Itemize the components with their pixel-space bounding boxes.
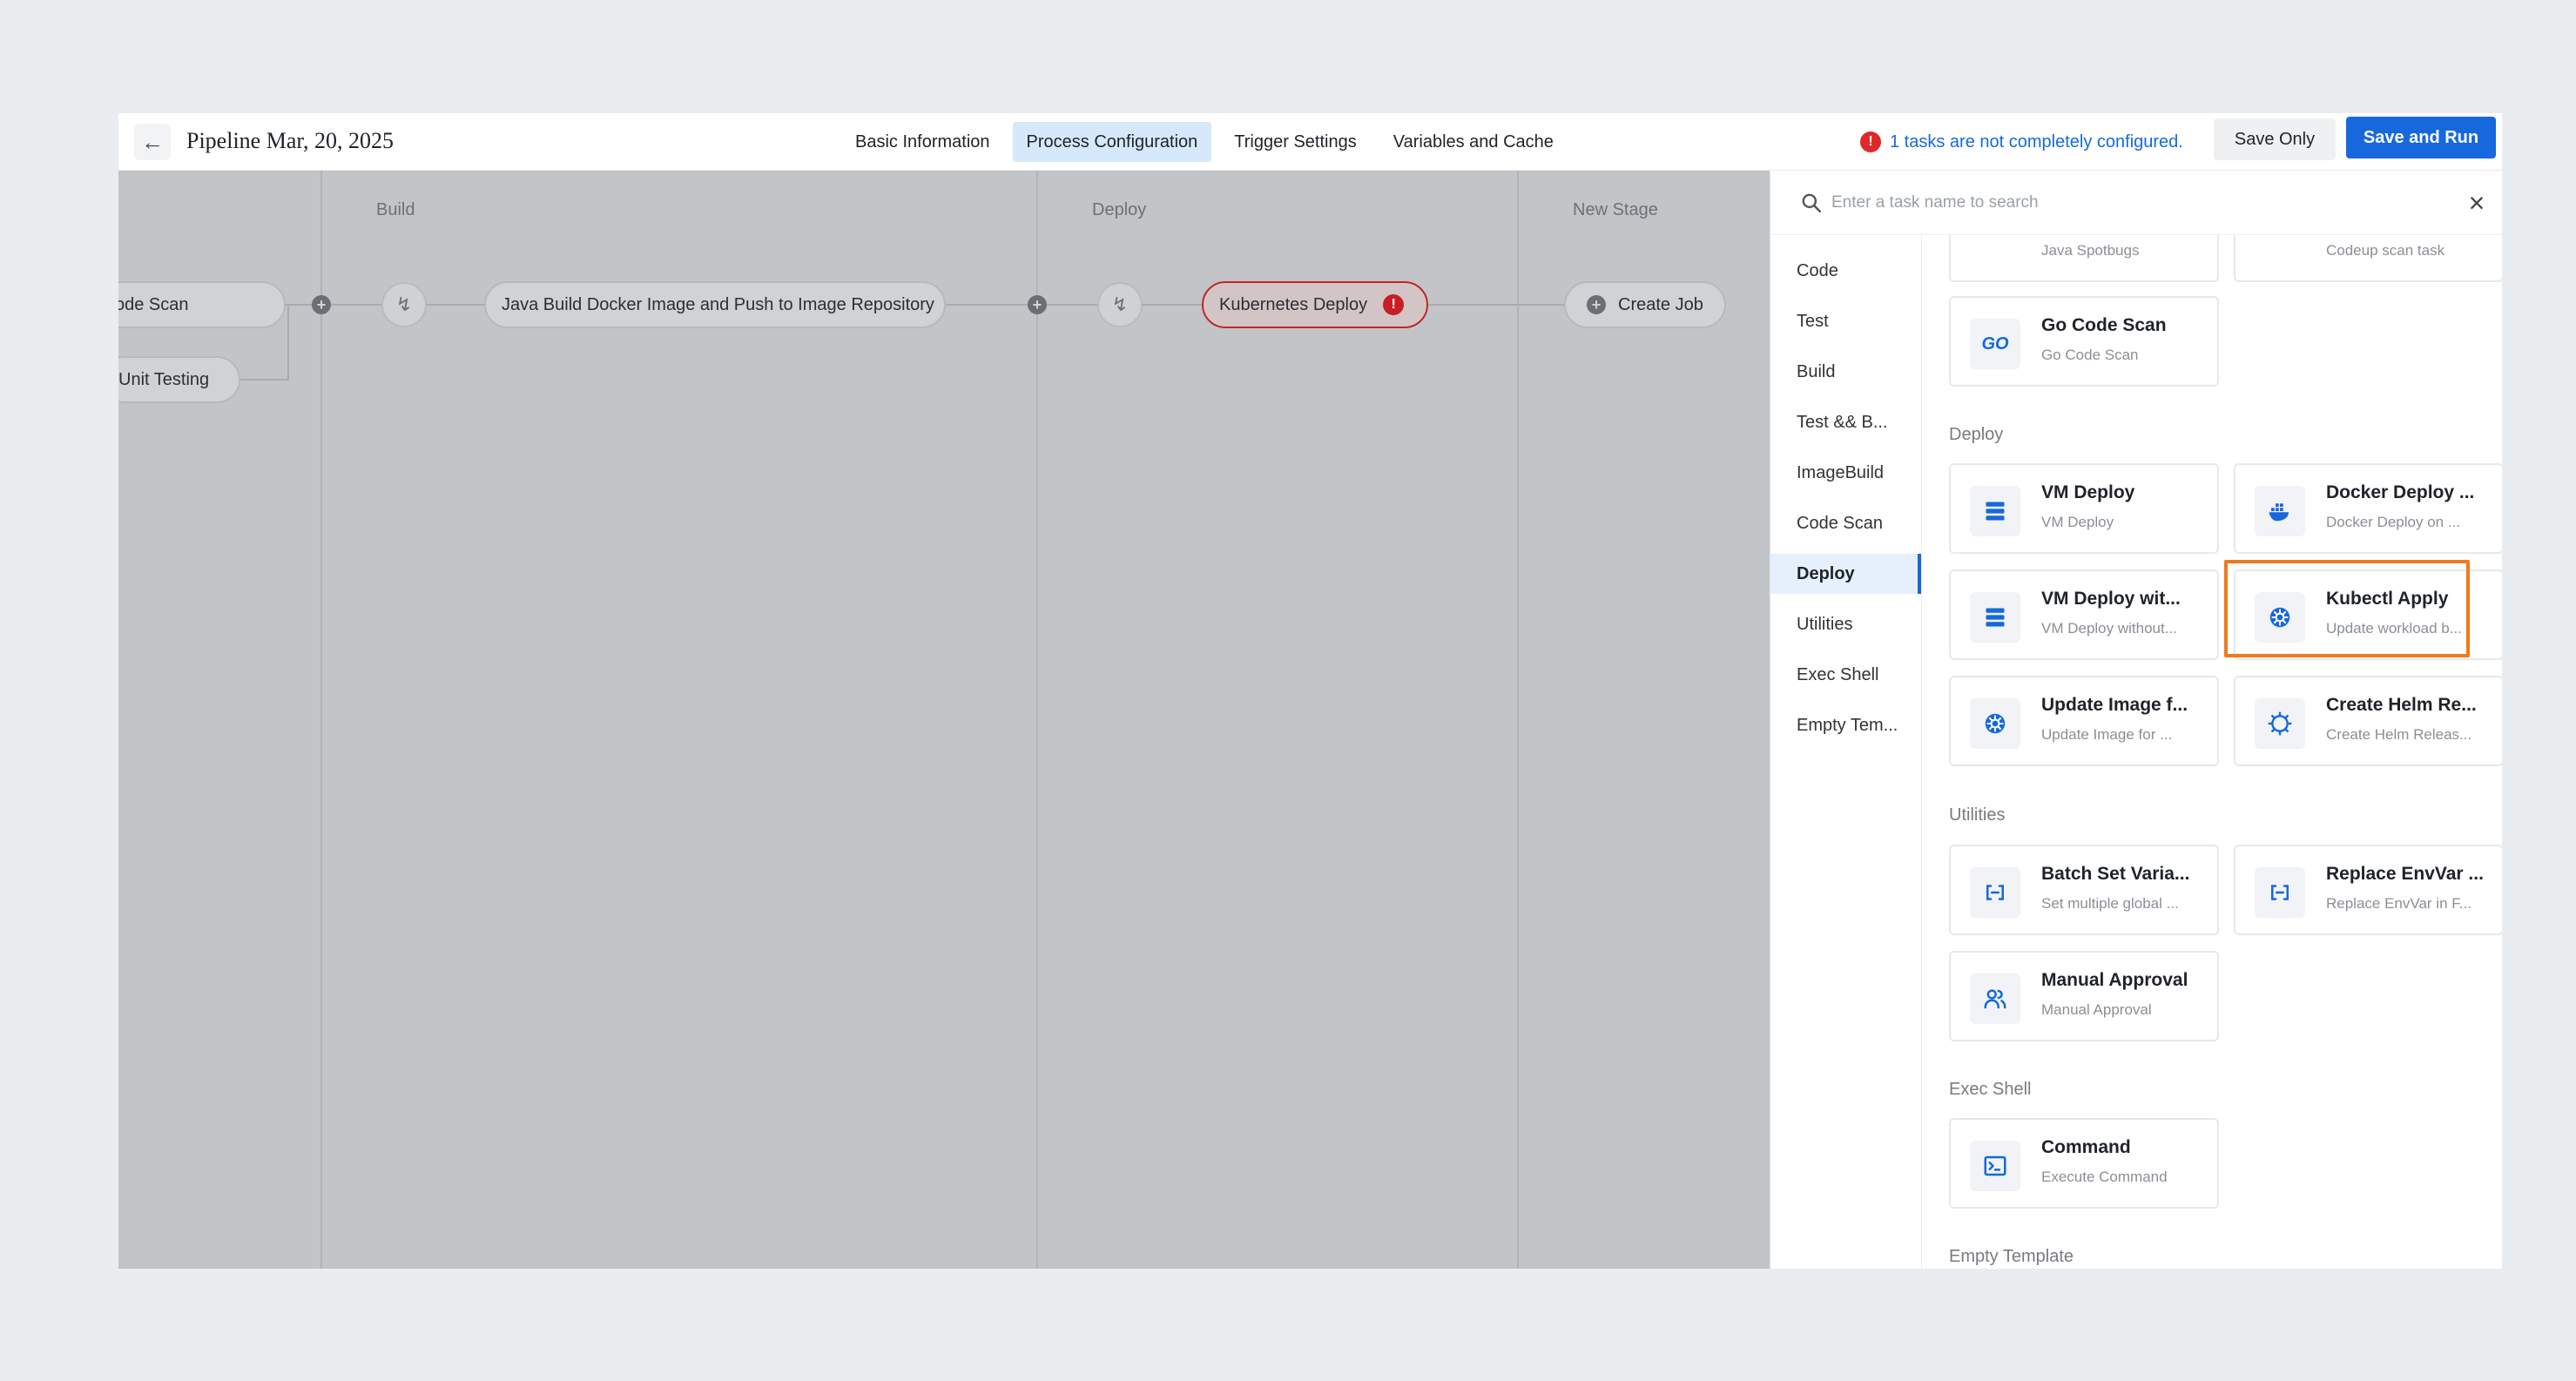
arrow-left-icon: ← [141, 128, 164, 155]
job-node-code-scan[interactable]: ode Scan [118, 281, 286, 328]
section-title-empty-template: Empty Template [1949, 1247, 2074, 1266]
kubernetes-icon [1970, 698, 2020, 749]
trigger-icon[interactable]: ↯ [1097, 282, 1143, 327]
task-card-vm-deploy-without[interactable]: VM Deploy wit... VM Deploy without... [1949, 569, 2219, 660]
task-search-input[interactable] [1831, 186, 2371, 219]
server-icon [1970, 592, 2020, 643]
terminal-icon [1970, 1141, 2020, 1191]
trigger-icon[interactable]: ↯ [381, 282, 427, 327]
tab-basic-information[interactable]: Basic Information [841, 122, 1004, 162]
task-card-replace-envvar[interactable]: Replace EnvVar ... Replace EnvVar in F..… [2234, 845, 2502, 935]
category-nav: Code Test Build Test && B... ImageBuild … [1770, 235, 1922, 1269]
header-bar: ← Pipeline Mar, 20, 2025 Basic Informati… [118, 113, 2502, 171]
create-job-button[interactable]: + Create Job [1564, 281, 1726, 328]
task-card-go-code-scan[interactable]: GO Go Code Scan Go Code Scan [1949, 296, 2219, 387]
task-card-codeup-scan[interactable]: Codeup scan task [2234, 235, 2502, 282]
task-picker-panel: × Code Test Build Test && B... ImageBuil… [1770, 171, 2502, 1269]
back-button[interactable]: ← [134, 124, 171, 160]
section-title-utilities: Utilities [1949, 805, 2006, 825]
task-list: Java Spotbugs Codeup scan task GO Go Cod… [1923, 235, 2502, 1269]
stage-label-deploy: Deploy [1092, 200, 1147, 219]
connector-line [287, 304, 289, 379]
server-icon [1970, 486, 2020, 536]
config-warning-text: 1 tasks are not completely configured. [1890, 131, 2183, 152]
search-icon [1802, 193, 1822, 213]
selection-highlight [2224, 560, 2470, 657]
task-search-bar: × [1770, 171, 2502, 235]
stage-label-build: Build [376, 200, 415, 219]
stage-label-new-stage: New Stage [1573, 200, 1658, 219]
tab-bar: Basic Information Process Configuration … [841, 113, 1568, 171]
task-card-batch-set-variables[interactable]: Batch Set Varia... Set multiple global .… [1949, 845, 2219, 935]
plus-icon: + [1587, 295, 1606, 314]
add-stage-icon[interactable]: + [312, 295, 331, 314]
tab-variables-and-cache[interactable]: Variables and Cache [1379, 122, 1568, 162]
error-icon: ! [1860, 131, 1881, 152]
category-exec-shell[interactable]: Exec Shell [1770, 655, 1921, 695]
add-stage-icon[interactable]: + [1028, 295, 1047, 314]
job-node-java-build[interactable]: Java Build Docker Image and Push to Imag… [484, 281, 946, 328]
close-icon[interactable]: × [2462, 187, 2492, 219]
connector-line [240, 379, 289, 381]
task-card-java-spotbugs[interactable]: Java Spotbugs [1949, 235, 2219, 282]
category-build[interactable]: Build [1770, 352, 1921, 392]
go-icon: GO [1970, 319, 2020, 369]
docker-icon [2255, 486, 2305, 536]
category-imagebuild[interactable]: ImageBuild [1770, 453, 1921, 493]
stage-divider [1036, 171, 1038, 1269]
variable-icon [1970, 867, 2020, 918]
category-code[interactable]: Code [1770, 251, 1921, 291]
stage-divider [320, 171, 322, 1269]
task-card-update-image[interactable]: Update Image f... Update Image for ... [1949, 676, 2219, 766]
category-code-scan[interactable]: Code Scan [1770, 503, 1921, 543]
stage-divider [1517, 171, 1519, 1269]
section-title-deploy: Deploy [1949, 425, 2004, 444]
tab-trigger-settings[interactable]: Trigger Settings [1220, 122, 1370, 162]
job-node-unit-testing[interactable]: Unit Testing [118, 356, 240, 403]
section-title-exec-shell: Exec Shell [1949, 1080, 2032, 1099]
save-and-run-button[interactable]: Save and Run [2346, 117, 2496, 158]
category-empty-template[interactable]: Empty Tem... [1770, 705, 1921, 745]
category-test-and-build[interactable]: Test && B... [1770, 402, 1921, 442]
users-icon [1970, 973, 2020, 1024]
connector-line [214, 304, 1677, 306]
task-card-vm-deploy[interactable]: VM Deploy VM Deploy [1949, 463, 2219, 554]
task-card-manual-approval[interactable]: Manual Approval Manual Approval [1949, 951, 2219, 1041]
variable-icon [2255, 867, 2305, 918]
config-warning[interactable]: ! 1 tasks are not completely configured. [1860, 124, 2183, 160]
category-deploy[interactable]: Deploy [1770, 554, 1921, 594]
category-utilities[interactable]: Utilities [1770, 604, 1921, 644]
error-icon: ! [1383, 294, 1405, 315]
category-test[interactable]: Test [1770, 301, 1921, 341]
pipeline-editor-window: ← Pipeline Mar, 20, 2025 Basic Informati… [118, 113, 2502, 1269]
task-card-command[interactable]: Command Execute Command [1949, 1118, 2219, 1209]
save-only-button[interactable]: Save Only [2214, 118, 2336, 160]
task-card-create-helm-release[interactable]: Create Helm Re... Create Helm Releas... [2234, 676, 2502, 766]
page-title: Pipeline Mar, 20, 2025 [186, 128, 394, 153]
job-node-kubernetes-deploy[interactable]: Kubernetes Deploy ! [1202, 281, 1428, 328]
helm-icon [2255, 698, 2305, 749]
pipeline-canvas[interactable]: Build Deploy New Stage ode Scan Unit Tes… [118, 171, 1770, 1269]
tab-process-configuration[interactable]: Process Configuration [1012, 122, 1212, 162]
task-card-docker-deploy[interactable]: Docker Deploy ... Docker Deploy on ... [2234, 463, 2502, 554]
